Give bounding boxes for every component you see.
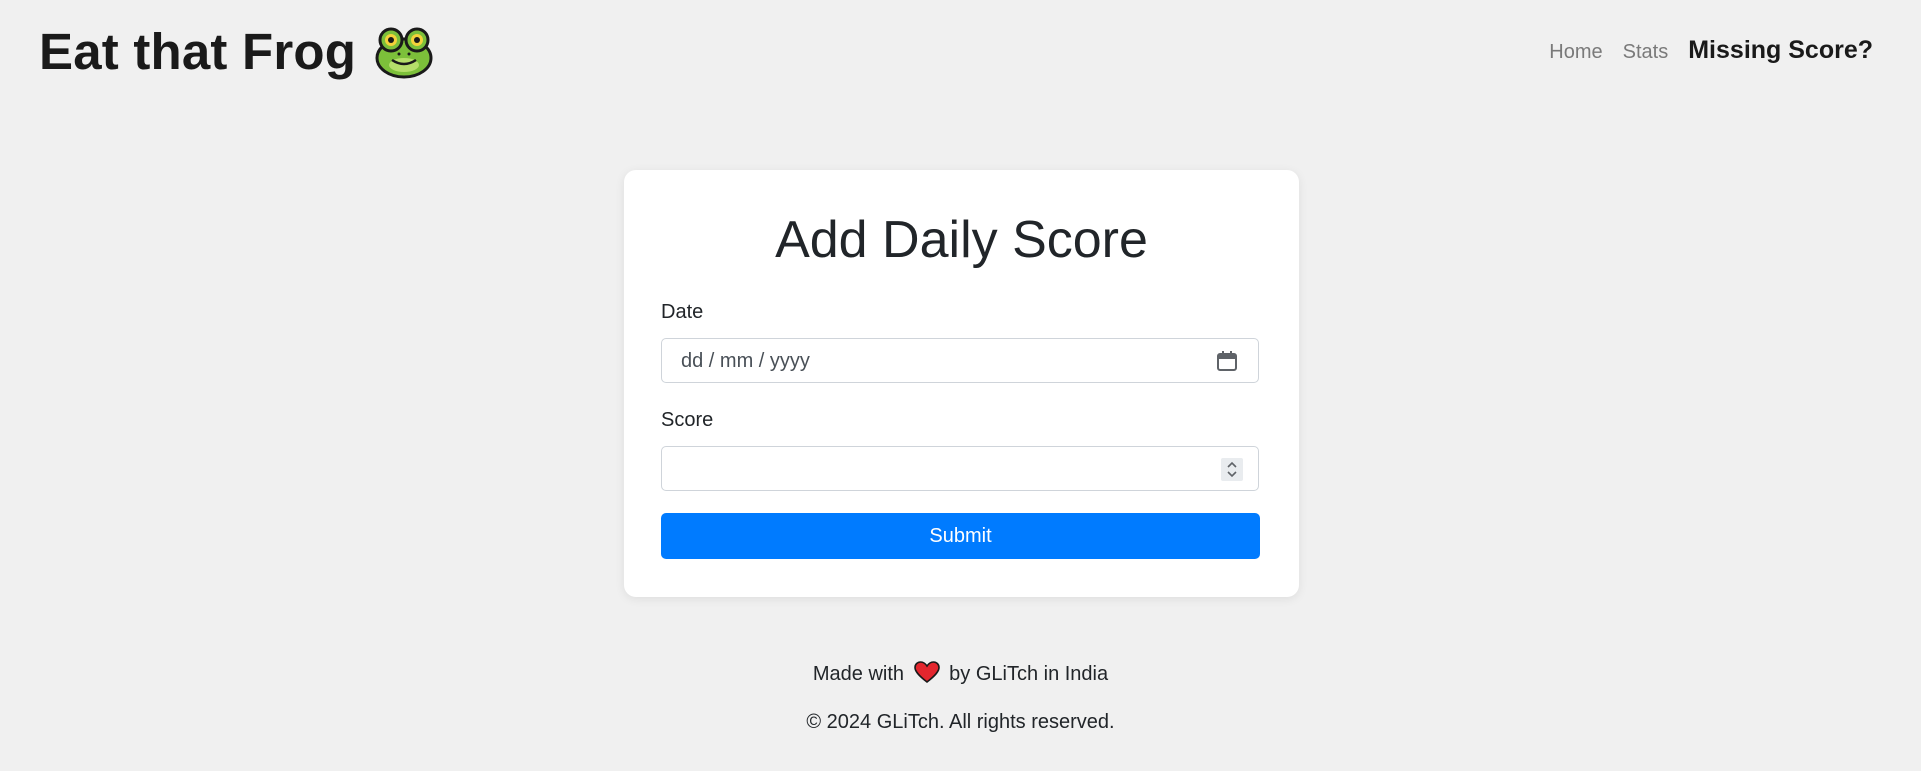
nav-stats[interactable]: Stats: [1623, 41, 1669, 64]
form-title: Add Daily Score: [775, 211, 1148, 269]
brand[interactable]: Eat that Frog: [39, 22, 434, 81]
main-nav: Home Stats Missing Score?: [1529, 36, 1873, 65]
score-input[interactable]: [661, 446, 1259, 491]
nav-home[interactable]: Home: [1549, 41, 1602, 64]
frog-icon: [375, 27, 433, 78]
number-spinner-icon[interactable]: [1221, 458, 1243, 481]
footer-copyright: © 2024 GLiTch. All rights reserved.: [806, 711, 1115, 733]
heart-icon: [913, 661, 940, 683]
date-input[interactable]: dd / mm / yyyy: [661, 338, 1259, 383]
calendar-icon[interactable]: [1216, 350, 1238, 372]
brand-title: Eat that Frog: [39, 23, 357, 80]
date-label: Date: [661, 301, 704, 323]
nav-missing-score[interactable]: Missing Score?: [1688, 36, 1873, 65]
footer-made-prefix: Made with: [812, 663, 905, 685]
score-label: Score: [661, 409, 714, 431]
footer-made-suffix: by GLiTch in India: [949, 663, 1109, 685]
submit-button[interactable]: Submit: [661, 513, 1260, 559]
page: Eat that Frog Home Stats Missing Score? …: [0, 0, 1921, 771]
score-form-card: Add Daily Score Date dd / mm / yyyy Scor…: [624, 170, 1299, 597]
footer-made-with: Made with by GLiTch in India: [0, 661, 1921, 686]
date-placeholder: dd / mm / yyyy: [681, 350, 810, 372]
